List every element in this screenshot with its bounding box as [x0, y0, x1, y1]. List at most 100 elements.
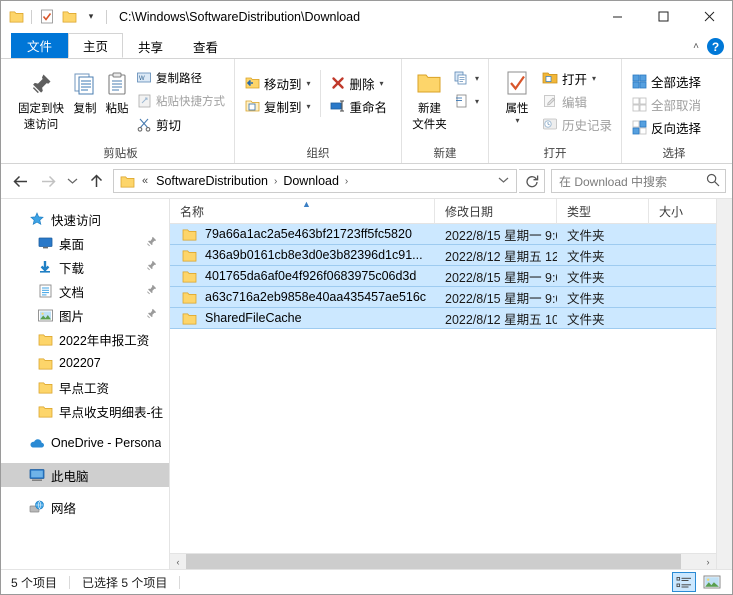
- maximize-button[interactable]: [640, 1, 686, 32]
- selection-count-label: 已选择 5 个项目: [82, 575, 168, 590]
- sidebar-item-desktop[interactable]: 桌面: [1, 231, 169, 255]
- cut-button[interactable]: 剪切: [133, 113, 228, 135]
- table-row[interactable]: 436a9b0161cb8e3d0e3b82396d1c91... 2022/8…: [170, 245, 716, 266]
- breadcrumb-sep-1[interactable]: ›: [273, 176, 278, 187]
- invert-selection-label: 反向选择: [651, 121, 702, 136]
- sidebar-item-this-pc[interactable]: 此电脑: [1, 463, 169, 487]
- open-button[interactable]: 打开 ▾: [539, 67, 615, 89]
- move-to-caret-icon[interactable]: ▾: [307, 79, 311, 88]
- table-row[interactable]: 79a66a1ac2a5e463bf21723ff5fc5820 2022/8/…: [170, 224, 716, 245]
- new-item-button[interactable]: ▾: [451, 67, 482, 89]
- breadcrumb-item-download[interactable]: Download: [280, 174, 342, 188]
- search-input[interactable]: 在 Download 中搜索: [559, 173, 706, 190]
- breadcrumb-overflow[interactable]: «: [139, 175, 151, 187]
- open-caret-icon[interactable]: ▾: [592, 74, 596, 83]
- easy-access-caret-icon[interactable]: ▾: [475, 97, 479, 106]
- paste-shortcut-button[interactable]: 粘贴快捷方式: [133, 90, 228, 112]
- properties-caret-icon[interactable]: ▾: [515, 116, 519, 125]
- minimize-button[interactable]: [594, 1, 640, 32]
- pin-to-quick-access-button[interactable]: 固定到快 速访问: [13, 65, 69, 135]
- sidebar-item-downloads[interactable]: 下载: [1, 255, 169, 279]
- sidebar-item-folder-202207[interactable]: 202207: [1, 351, 169, 375]
- downloads-icon: [37, 259, 53, 275]
- delete-caret-icon[interactable]: ▾: [380, 79, 384, 88]
- copy-to-button[interactable]: 复制到 ▾: [241, 95, 314, 117]
- history-button[interactable]: 历史记录: [539, 113, 615, 135]
- file-name-cell[interactable]: 436a9b0161cb8e3d0e3b82396d1c91...: [170, 248, 435, 262]
- table-row[interactable]: 401765da6af0e4f926f0683975c06d3d 2022/8/…: [170, 266, 716, 287]
- new-folder-button[interactable]: 新建 文件夹: [408, 65, 451, 135]
- rename-button[interactable]: 重命名: [327, 95, 391, 117]
- sidebar-item-folder-2022-salary[interactable]: 2022年申报工资: [1, 327, 169, 351]
- large-icons-view-button[interactable]: [700, 572, 724, 592]
- close-button[interactable]: [686, 1, 732, 32]
- file-name-cell[interactable]: SharedFileCache: [170, 311, 435, 325]
- column-date-modified[interactable]: 修改日期: [435, 198, 557, 224]
- column-type[interactable]: 类型: [557, 198, 649, 224]
- scroll-right-arrow-icon[interactable]: ›: [700, 557, 716, 567]
- sidebar-item-pictures[interactable]: 图片: [1, 303, 169, 327]
- new-item-caret-icon[interactable]: ▾: [475, 74, 479, 83]
- paste-button[interactable]: 粘贴: [101, 65, 133, 119]
- pin-icon[interactable]: [146, 284, 157, 298]
- table-row[interactable]: a63c716a2eb9858e40aa435457ae516c 2022/8/…: [170, 287, 716, 308]
- copy-path-button[interactable]: W 复制路径: [133, 67, 228, 89]
- file-name-cell[interactable]: a63c716a2eb9858e40aa435457ae516c: [170, 290, 435, 304]
- sidebar-item-documents[interactable]: 文档: [1, 279, 169, 303]
- ribbon-right-controls: ˄ ?: [693, 38, 724, 55]
- copy-button[interactable]: 复制: [69, 65, 101, 119]
- column-size[interactable]: 大小: [649, 199, 709, 224]
- sidebar-item-onedrive[interactable]: OneDrive - Persona: [1, 431, 169, 455]
- refresh-button[interactable]: [519, 169, 545, 193]
- pin-icon[interactable]: [146, 308, 157, 322]
- new-folder-icon[interactable]: [58, 6, 80, 28]
- folder-icon[interactable]: [5, 6, 27, 28]
- tab-home[interactable]: 主页: [68, 33, 124, 58]
- pin-icon[interactable]: [146, 260, 157, 274]
- sidebar-item-quick-access[interactable]: 快速访问: [1, 207, 169, 231]
- collapse-ribbon-icon[interactable]: ˄: [693, 41, 699, 52]
- table-row[interactable]: SharedFileCache 2022/8/12 星期五 10:... 文件夹: [170, 308, 716, 329]
- pin-icon[interactable]: [146, 236, 157, 250]
- easy-access-button[interactable]: ▾: [451, 90, 482, 112]
- search-box[interactable]: 在 Download 中搜索: [551, 169, 726, 193]
- edit-button[interactable]: 编辑: [539, 90, 615, 112]
- details-view-button[interactable]: [672, 572, 696, 592]
- tab-file[interactable]: 文件: [11, 33, 69, 58]
- column-name[interactable]: ▲ 名称: [170, 198, 435, 224]
- properties-check-icon[interactable]: [36, 6, 58, 28]
- vertical-scrollbar[interactable]: [716, 199, 732, 569]
- sidebar-item-folder-income-expense[interactable]: 早点收支明细表-往: [1, 399, 169, 423]
- copy-to-caret-icon[interactable]: ▾: [307, 102, 311, 111]
- tab-share[interactable]: 共享: [123, 33, 179, 58]
- sidebar-item-folder-early-salary[interactable]: 早点工资: [1, 375, 169, 399]
- clipboard-group-label: 剪贴板: [103, 148, 138, 160]
- address-bar[interactable]: « SoftwareDistribution › Download ›: [113, 169, 517, 193]
- customize-qat-chevron-icon[interactable]: ▾: [80, 6, 102, 28]
- file-name-cell[interactable]: 401765da6af0e4f926f0683975c06d3d: [170, 269, 435, 283]
- new-folder-label-2: 文件夹: [412, 119, 447, 131]
- delete-button[interactable]: 删除 ▾: [327, 72, 391, 94]
- horizontal-scroll-thumb[interactable]: [186, 553, 681, 570]
- tab-view[interactable]: 查看: [178, 33, 234, 58]
- breadcrumb-sep-2[interactable]: ›: [344, 176, 349, 187]
- help-icon[interactable]: ?: [707, 38, 724, 55]
- invert-selection-button[interactable]: 反向选择: [628, 116, 704, 138]
- deselect-all-button[interactable]: 全部取消: [628, 93, 704, 115]
- address-dropdown-icon[interactable]: [492, 176, 514, 187]
- recent-locations-button[interactable]: [63, 168, 81, 194]
- scroll-left-arrow-icon[interactable]: ‹: [170, 557, 186, 567]
- properties-button[interactable]: 属性 ▾: [495, 65, 539, 128]
- file-name-cell[interactable]: 79a66a1ac2a5e463bf21723ff5fc5820: [170, 227, 435, 241]
- select-all-button[interactable]: 全部选择: [628, 70, 704, 92]
- breadcrumb-item-softwaredistribution[interactable]: SoftwareDistribution: [153, 174, 271, 188]
- search-icon[interactable]: [706, 173, 720, 190]
- forward-button[interactable]: [35, 168, 61, 194]
- move-to-button[interactable]: 移动到 ▾: [241, 72, 314, 94]
- horizontal-scrollbar[interactable]: ‹ ›: [170, 553, 716, 570]
- folder-icon: [182, 249, 198, 262]
- open-group-label: 打开: [543, 148, 567, 160]
- sidebar-item-network[interactable]: 网络: [1, 495, 169, 519]
- up-button[interactable]: [83, 168, 109, 194]
- back-button[interactable]: [7, 168, 33, 194]
